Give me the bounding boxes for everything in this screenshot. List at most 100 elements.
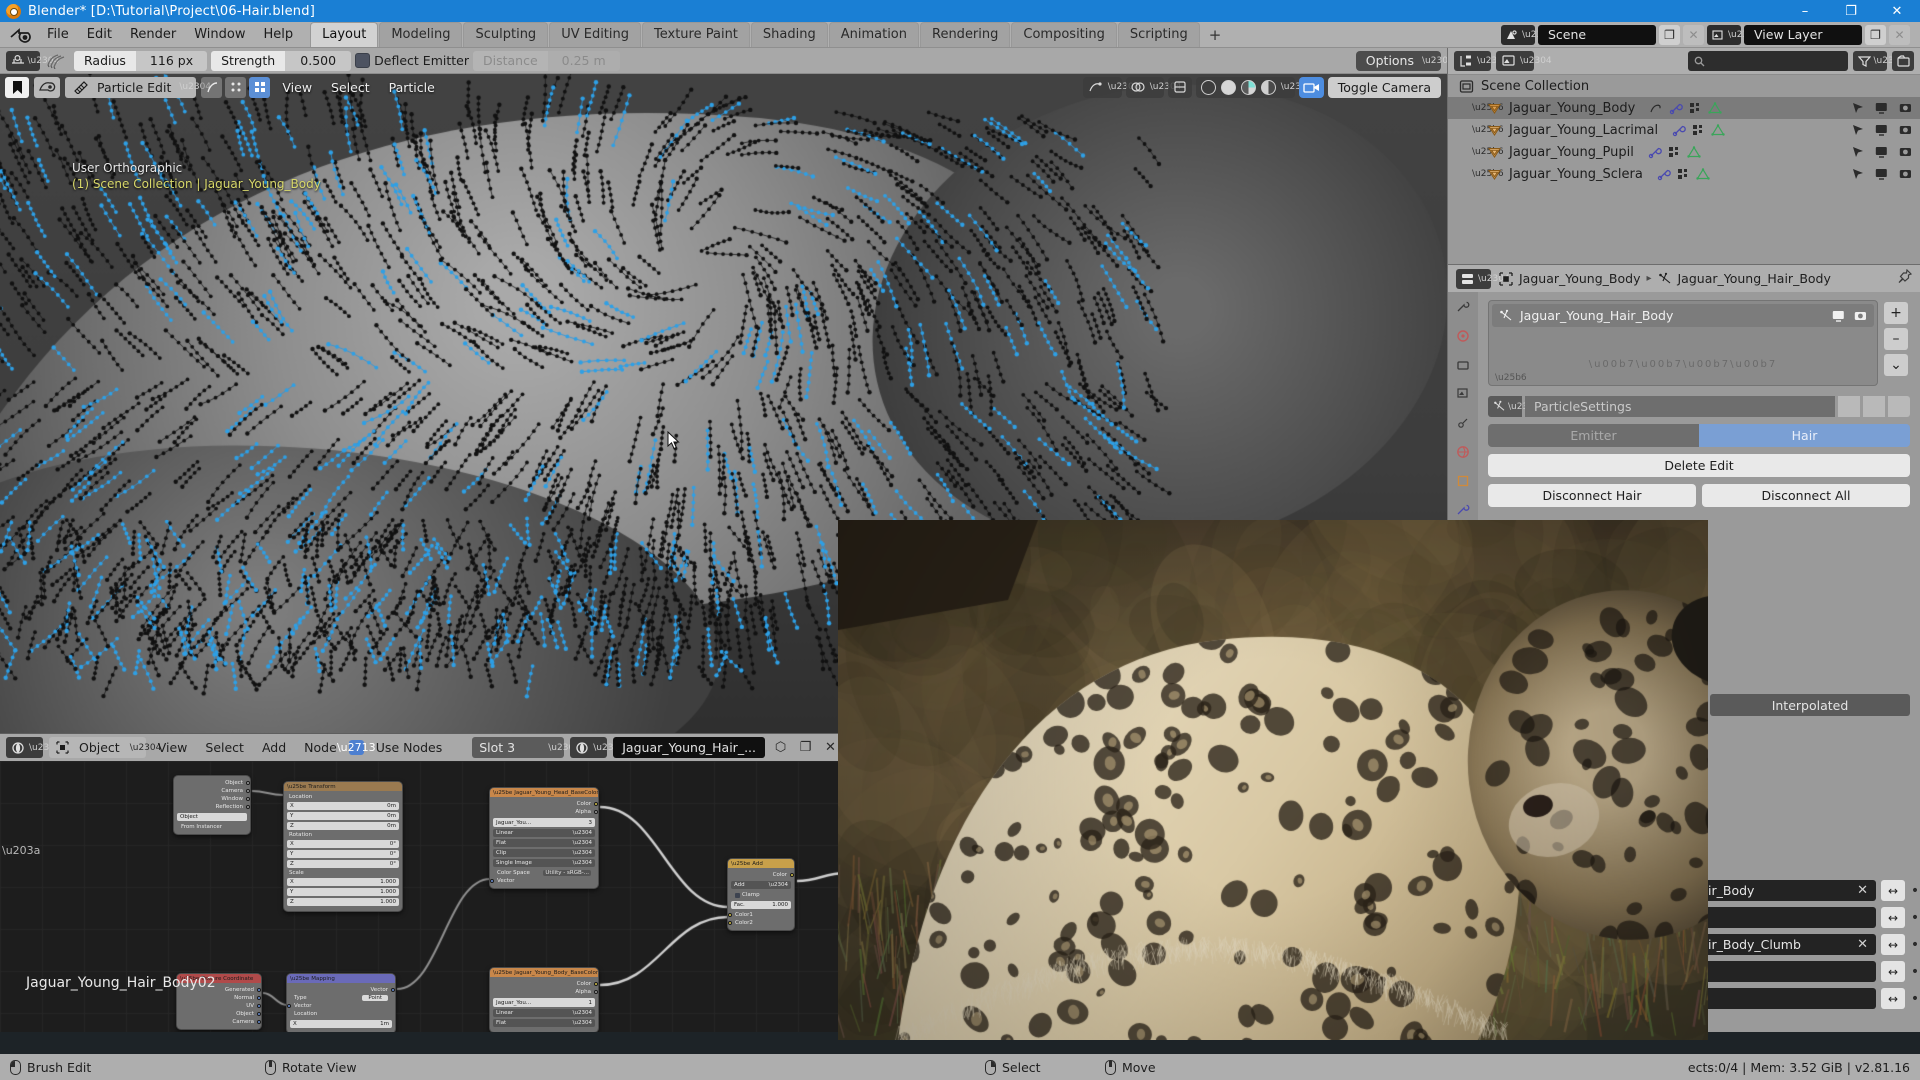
node-collapse-icon[interactable]: \u25be [493, 790, 512, 796]
tab-modifiers[interactable] [1451, 499, 1475, 521]
scale-x-field[interactable]: X 1.000 [287, 878, 399, 886]
shader-type-dropdown[interactable]: Object \u2304 [49, 737, 146, 758]
tab-output[interactable] [1451, 354, 1475, 376]
image-datablock-row[interactable]: Jaguar_You... 3 [493, 818, 595, 827]
brush-strength-slider[interactable]: Strength 0.500 [211, 51, 351, 71]
particle-type-hair-button[interactable]: Hair [1699, 424, 1910, 447]
socket-alpha[interactable]: Alpha [493, 988, 595, 996]
texture-slot-name-field[interactable]: ir_Body ✕ [1700, 880, 1876, 901]
type-row[interactable]: Type Point [290, 994, 392, 1002]
workspace-tab-shading[interactable]: Shading [751, 22, 828, 47]
animate-property-icon[interactable]: • [1910, 883, 1920, 899]
texture-slot-name-field[interactable] [1700, 988, 1876, 1009]
clear-icon[interactable]: ✕ [1857, 883, 1868, 898]
interaction-mode-dropdown[interactable]: Particle Edit \u2304 [65, 77, 196, 98]
interpolated-children-button[interactable]: Interpolated [1710, 694, 1910, 716]
close-button[interactable]: ✕ [1874, 0, 1920, 22]
add-workspace-button[interactable]: + [1201, 24, 1230, 46]
node-canvas[interactable]: \u25be Transform Location X 0m Y 0m Z 0m Ro… [0, 761, 846, 1032]
outliner-editor[interactable]: \u2304 \u2304 \u2304 Scene Collection \u… [1447, 48, 1920, 264]
node-header[interactable]: \u25be Jaguar_Young_Body_BaseColor.jpg [490, 968, 598, 977]
swap-icon[interactable]: ↔ [1881, 934, 1905, 955]
shader-menu-view[interactable]: View [152, 740, 194, 755]
disable-in-viewport-icon[interactable] [1875, 102, 1888, 114]
shading-modes[interactable]: \u2304 [1196, 77, 1295, 98]
animate-property-icon[interactable]: • [1910, 910, 1920, 926]
menu-edit[interactable]: Edit [78, 24, 121, 46]
animate-property-icon[interactable]: • [1910, 937, 1920, 953]
from-instancer-row[interactable]: From Instancer [177, 823, 247, 831]
rotation-x-field[interactable]: X 0° [287, 840, 399, 848]
camera-view-icon[interactable] [1299, 77, 1324, 98]
projection-field[interactable]: Flat \u2304 [493, 839, 595, 847]
socket-camera[interactable]: Camera [177, 787, 247, 795]
socket-color[interactable]: Color [493, 800, 595, 808]
tab-render[interactable] [1451, 325, 1475, 347]
outliner-new-collection-button[interactable] [1892, 51, 1914, 71]
options-dropdown[interactable]: Options \u2304 [1356, 51, 1441, 71]
socket-normal[interactable]: Normal [180, 994, 258, 1002]
particle-settings-browse-icon[interactable]: \u2304 [1488, 396, 1522, 417]
node-transform[interactable]: \u25be Transform Location X 0m Y 0m Z 0m Ro… [283, 781, 403, 912]
workspace-tab-rendering[interactable]: Rendering [920, 22, 1010, 47]
particle-settings-new-button[interactable] [1838, 396, 1860, 417]
menu-render[interactable]: Render [121, 24, 185, 46]
disable-in-render-icon[interactable] [1899, 168, 1912, 180]
menu-help[interactable]: Help [255, 24, 303, 46]
shader-editor-type-icon[interactable]: \u2304 [6, 737, 43, 758]
toggle-camera-button[interactable]: Toggle Camera [1328, 77, 1441, 98]
material-name-field[interactable]: Jaguar_Young_Hair_... [613, 737, 765, 758]
scale-z-field[interactable]: Z 1.000 [287, 898, 399, 906]
xray-options[interactable] [1168, 77, 1192, 98]
node-collapse-icon[interactable]: \u25be [290, 976, 309, 982]
fac-field[interactable]: Fac. 1.000 [731, 901, 791, 909]
workspace-tab-scripting[interactable]: Scripting [1118, 22, 1200, 47]
brush-radius-slider[interactable]: Radius 116 px [74, 51, 207, 71]
location-x-field[interactable]: X 0m [287, 802, 399, 810]
select-tips-icon[interactable] [249, 77, 270, 98]
texture-slot-name-field[interactable] [1700, 961, 1876, 982]
breadcrumb-particles-label[interactable]: Jaguar_Young_Hair_Body [1678, 271, 1831, 286]
node-header[interactable]: \u25be Add [728, 859, 794, 868]
swap-icon[interactable]: ↔ [1881, 907, 1905, 928]
view-layer-unlink-button[interactable]: ✕ [1889, 25, 1910, 45]
pin-id-icon[interactable] [1898, 269, 1912, 288]
list-footer-expand[interactable]: \u25b6 [1489, 370, 1877, 385]
blend-mode-field[interactable]: Add \u2304 [731, 881, 791, 889]
shader-menu-select[interactable]: Select [199, 740, 250, 755]
outliner-row-jaguar-young-sclera[interactable]: \u25b6 Jaguar_Young_Sclera [1448, 163, 1920, 185]
tab-view-layer[interactable] [1451, 383, 1475, 405]
add-particle-system-button[interactable]: + [1884, 302, 1908, 324]
minimize-button[interactable]: – [1782, 0, 1828, 22]
disable-in-render-icon[interactable] [1899, 146, 1912, 158]
particle-system-specials-menu[interactable]: ⌄ [1884, 354, 1908, 376]
workspace-tab-uv-editing[interactable]: UV Editing [549, 22, 641, 47]
projection-field[interactable]: Flat \u2304 [493, 1019, 595, 1027]
disable-in-render-icon[interactable] [1899, 102, 1912, 114]
menu-file[interactable]: File [38, 24, 78, 46]
expand-arrow-icon[interactable]: \u25b6 [1472, 103, 1486, 113]
texture-slot-name-field[interactable] [1700, 907, 1876, 928]
workspace-tab-animation[interactable]: Animation [829, 22, 919, 47]
socket-color2[interactable]: Color2 [731, 919, 791, 927]
view-layer-browse-icon[interactable]: \u2304 [1707, 25, 1741, 45]
disable-in-viewport-icon[interactable] [1832, 310, 1845, 322]
deflect-emitter-checkbox[interactable] [355, 53, 370, 68]
shader-menu-add[interactable]: Add [256, 740, 292, 755]
node-image-texture-head[interactable]: \u25be Jaguar_Young_Head_BaseColor.jpg C… [489, 787, 599, 889]
rotation-y-field[interactable]: Y 0° [287, 850, 399, 858]
visibility-options[interactable]: \u2304 [1083, 77, 1122, 98]
node-collapse-icon[interactable]: \u25be [731, 861, 750, 867]
viewport-menu-particle[interactable]: Particle [382, 80, 442, 95]
tab-world[interactable] [1451, 441, 1475, 463]
hide-in-viewport-icon[interactable] [1852, 124, 1864, 136]
wireframe-shading-icon[interactable] [1201, 80, 1216, 95]
fake-user-icon[interactable]: ⬡ [771, 737, 790, 758]
outliner-row-scene-collection[interactable]: Scene Collection [1448, 75, 1920, 97]
node-sidebar-toggle[interactable]: \u203a [2, 844, 40, 857]
disable-in-viewport-icon[interactable] [1875, 124, 1888, 136]
scene-unlink-button[interactable]: ✕ [1683, 25, 1704, 45]
material-slot-dropdown[interactable]: Slot 3 \u2304 [472, 737, 564, 758]
breadcrumb-object-label[interactable]: Jaguar_Young_Body [1519, 271, 1640, 286]
node-mix-rgb-add[interactable]: \u25be Add Color Add \u2304 Clamp Fac. 1.0… [727, 858, 795, 931]
